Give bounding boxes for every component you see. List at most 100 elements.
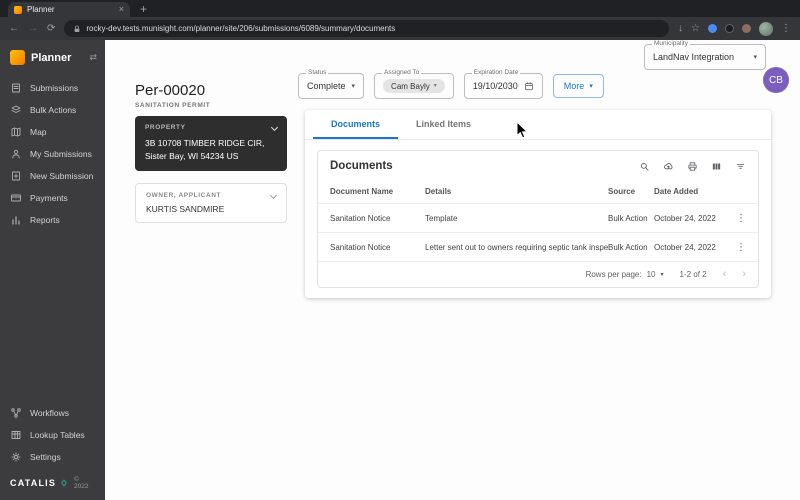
cloud-upload-icon[interactable] xyxy=(663,161,674,172)
sidebar-item-label: My Submissions xyxy=(30,149,92,159)
table-row[interactable]: Sanitation Notice Letter sent out to own… xyxy=(318,233,758,262)
documents-header: Documents xyxy=(318,151,758,180)
sidebar-item-submissions[interactable]: Submissions xyxy=(0,77,105,99)
back-icon[interactable]: ← xyxy=(9,23,19,34)
row-menu-icon[interactable]: ⋮ xyxy=(732,213,746,224)
sidebar-item-reports[interactable]: Reports xyxy=(0,209,105,231)
tab-favicon xyxy=(14,5,22,14)
sidebar-collapse-icon[interactable]: ⇄ xyxy=(89,52,97,63)
extension-icon[interactable] xyxy=(742,24,751,33)
new-tab-button[interactable]: + xyxy=(140,3,147,15)
browser-menu-icon[interactable]: ⋮ xyxy=(781,23,791,34)
status-label: Status xyxy=(306,69,329,76)
print-icon[interactable] xyxy=(687,161,698,172)
sidebar-item-label: Bulk Actions xyxy=(30,105,77,115)
extension-icon[interactable] xyxy=(725,24,734,33)
sidebar-item-bulk-actions[interactable]: Bulk Actions xyxy=(0,99,105,121)
rows-per-page-select[interactable]: Rows per page: 10 ▾ xyxy=(586,270,664,279)
download-icon[interactable]: ↓ xyxy=(678,23,683,34)
property-label: PROPERTY xyxy=(145,124,186,131)
map-icon xyxy=(11,127,21,137)
sidebar-item-payments[interactable]: Payments xyxy=(0,187,105,209)
property-address-line1: 3B 10708 TIMBER RIDGE CIR, xyxy=(145,138,265,148)
documents-panel: Documents Document Name Details Source D… xyxy=(317,150,759,288)
chevron-down-icon: ▾ xyxy=(660,271,664,278)
sidebar-item-label: Reports xyxy=(30,215,60,225)
controls-row: Status Complete ▾ Assigned To Cam Bayly … xyxy=(298,69,604,99)
property-card-header[interactable]: PROPERTY xyxy=(145,123,279,132)
documents-toolbar xyxy=(639,161,746,172)
tab-documents[interactable]: Documents xyxy=(313,110,399,139)
expiration-date-field[interactable]: Expiration Date 19/10/2030 xyxy=(463,69,543,99)
expiration-date-value: 19/10/2030 xyxy=(472,81,518,91)
sidebar-item-label: Map xyxy=(30,127,47,137)
bookmark-star-icon[interactable]: ☆ xyxy=(691,23,700,34)
property-address-line2: Sister Bay, WI 54234 US xyxy=(145,151,239,162)
app-logo: Planner ⇄ xyxy=(0,40,105,77)
chevron-down-icon[interactable] xyxy=(270,123,279,132)
more-button-label: More xyxy=(563,81,585,91)
cell-source: Bulk Action xyxy=(608,242,648,252)
extension-icon[interactable] xyxy=(708,24,717,33)
owner-value: KURTIS SANDMIRE xyxy=(146,204,225,214)
assignee-name: Cam Bayly xyxy=(391,81,430,91)
rows-per-page-label: Rows per page: xyxy=(585,270,642,279)
status-select[interactable]: Status Complete ▾ xyxy=(298,69,365,99)
browser-toolbar: ← → ⟳ rocky-dev.tests.munisight.com/plan… xyxy=(0,17,800,40)
assigned-to-field[interactable]: Assigned To Cam Bayly ▾ xyxy=(374,69,454,99)
sidebar-item-label: Lookup Tables xyxy=(30,430,85,440)
pagination: Rows per page: 10 ▾ 1-2 of 2 ‹ › xyxy=(318,262,758,287)
municipality-value: LandNav Integration xyxy=(653,52,735,62)
app-logo-text: Planner xyxy=(31,51,72,64)
browser-action-icons: ↓ ☆ ⋮ xyxy=(678,21,791,36)
assignee-chip[interactable]: Cam Bayly ▾ xyxy=(383,79,445,93)
catalis-brand-text: CATALIS xyxy=(10,478,57,488)
planner-logo-icon xyxy=(10,50,25,65)
browser-tab[interactable]: Planner × xyxy=(8,2,130,17)
more-button[interactable]: More ▾ xyxy=(552,74,604,98)
expiration-date-label: Expiration Date xyxy=(471,69,521,76)
column-header-date-added: Date Added xyxy=(654,187,699,196)
next-page-icon[interactable]: › xyxy=(742,269,746,280)
sidebar-item-my-submissions[interactable]: My Submissions xyxy=(0,143,105,165)
copyright-text: © 2022 xyxy=(74,476,89,490)
table-row[interactable]: Sanitation Notice Template Bulk Action O… xyxy=(318,204,758,233)
sidebar-item-new-submission[interactable]: New Submission xyxy=(0,165,105,187)
document-list-icon xyxy=(12,83,20,93)
column-header-source: Source xyxy=(608,187,636,196)
tab-linked-items[interactable]: Linked Items xyxy=(398,110,489,139)
table-grid-icon xyxy=(11,431,21,439)
tab-close-icon[interactable]: × xyxy=(119,5,124,14)
view-columns-icon[interactable] xyxy=(711,161,722,172)
catalis-leaf-icon xyxy=(61,479,67,487)
summary-card: Documents Linked Items Documents Documen… xyxy=(305,110,771,298)
sidebar-item-lookup-tables[interactable]: Lookup Tables xyxy=(0,424,105,446)
sidebar-item-workflows[interactable]: Workflows xyxy=(0,402,105,424)
user-avatar[interactable]: CB xyxy=(763,67,789,93)
forward-icon[interactable]: → xyxy=(28,23,38,34)
reload-icon[interactable]: ⟳ xyxy=(47,23,55,34)
municipality-label: Municipality xyxy=(652,40,690,47)
sidebar: Planner ⇄ Submissions Bulk Actions Map M… xyxy=(0,40,105,500)
owner-card-header[interactable]: OWNER, APPLICANT xyxy=(146,191,278,200)
chevron-down-icon: ▾ xyxy=(433,83,437,89)
property-card: PROPERTY 3B 10708 TIMBER RIDGE CIR, Sist… xyxy=(135,116,287,172)
cell-source: Bulk Action xyxy=(608,213,648,223)
browser-profile-avatar[interactable] xyxy=(759,21,773,36)
calendar-icon[interactable] xyxy=(524,81,534,91)
workflow-icon xyxy=(11,408,21,418)
previous-page-icon[interactable]: ‹ xyxy=(723,269,727,280)
sidebar-item-label: Settings xyxy=(30,452,61,462)
status-value: Complete xyxy=(307,81,346,91)
documents-title: Documents xyxy=(330,160,393,172)
chevron-down-icon[interactable] xyxy=(269,191,278,200)
address-bar[interactable]: rocky-dev.tests.munisight.com/planner/si… xyxy=(64,20,670,37)
filter-icon[interactable] xyxy=(735,161,746,172)
sidebar-item-map[interactable]: Map xyxy=(0,121,105,143)
municipality-select[interactable]: Municipality LandNav Integration ▾ xyxy=(644,40,766,70)
sidebar-item-settings[interactable]: Settings xyxy=(0,446,105,468)
row-menu-icon[interactable]: ⋮ xyxy=(732,242,746,253)
sidebar-item-label: Payments xyxy=(30,193,68,203)
search-icon[interactable] xyxy=(639,161,650,172)
column-header-document-name: Document Name xyxy=(330,187,394,196)
